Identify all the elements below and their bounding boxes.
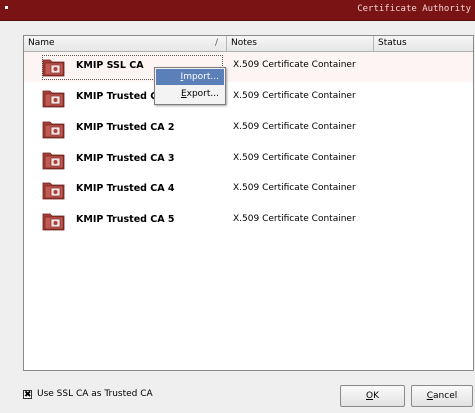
certificate-folder-icon xyxy=(42,180,66,200)
row-notes: X.509 Certificate Container xyxy=(233,214,356,224)
certificate-folder-icon xyxy=(42,211,66,231)
certificate-folder-icon xyxy=(42,150,66,170)
table-row[interactable]: KMIP Trusted CA 3 X.509 Certificate Cont… xyxy=(24,145,473,175)
table-row[interactable]: KMIP Trusted CA 5 X.509 Certificate Cont… xyxy=(24,206,473,236)
table-row[interactable]: KMIP Trusted CA X.509 Certificate Contai… xyxy=(24,83,473,113)
row-name: KMIP Trusted CA 3 xyxy=(76,153,175,164)
column-header-name-label: Name xyxy=(28,38,55,48)
cancel-button[interactable]: Cancel xyxy=(411,385,473,407)
ok-button-label: K xyxy=(373,391,379,401)
row-notes: X.509 Certificate Container xyxy=(233,91,356,101)
row-notes: X.509 Certificate Container xyxy=(233,153,356,163)
use-ssl-ca-checkbox[interactable]: ✖ xyxy=(23,390,32,400)
certificate-folder-icon xyxy=(42,57,66,77)
menu-item-import[interactable]: Import... xyxy=(156,69,224,85)
menu-item-export[interactable]: Export... xyxy=(156,86,224,102)
column-header-name[interactable]: Name / xyxy=(24,36,227,51)
context-menu: Import... Export... xyxy=(154,67,226,105)
certificate-folder-icon xyxy=(42,119,66,139)
table-row[interactable]: KMIP SSL CA X.509 Certificate Container xyxy=(24,52,473,82)
row-notes: X.509 Certificate Container xyxy=(233,60,356,70)
table-header: Name / Notes Status xyxy=(24,36,473,52)
menu-item-import-label: mport... xyxy=(183,72,219,82)
column-header-notes[interactable]: Notes xyxy=(227,36,374,51)
row-name: KMIP Trusted CA 4 xyxy=(76,183,175,194)
table-row[interactable]: KMIP Trusted CA 2 X.509 Certificate Cont… xyxy=(24,114,473,144)
row-notes: X.509 Certificate Container xyxy=(233,122,356,132)
ok-button[interactable]: OK xyxy=(340,385,405,407)
menu-item-export-label: xport... xyxy=(186,89,219,99)
column-header-status[interactable]: Status xyxy=(374,36,473,51)
window-menu-dot-icon[interactable] xyxy=(5,6,8,9)
use-ssl-ca-checkbox-label: Use SSL CA as Trusted CA xyxy=(37,389,153,399)
table-row[interactable]: KMIP Trusted CA 4 X.509 Certificate Cont… xyxy=(24,175,473,205)
row-name: KMIP Trusted CA 5 xyxy=(76,214,175,225)
row-name: KMIP SSL CA xyxy=(76,60,144,71)
certificate-folder-icon xyxy=(42,88,66,108)
window-title: Certificate Authority xyxy=(357,4,471,14)
row-name: KMIP Trusted CA 2 xyxy=(76,122,175,133)
sort-indicator-icon: / xyxy=(214,38,218,48)
title-bar: Certificate Authority xyxy=(0,0,475,21)
certificate-table: Name / Notes Status KMIP SSL CA X.509 Ce… xyxy=(23,35,474,371)
row-notes: X.509 Certificate Container xyxy=(233,183,356,193)
row-name: KMIP Trusted CA xyxy=(76,91,165,102)
cancel-button-label: ancel xyxy=(433,391,458,401)
